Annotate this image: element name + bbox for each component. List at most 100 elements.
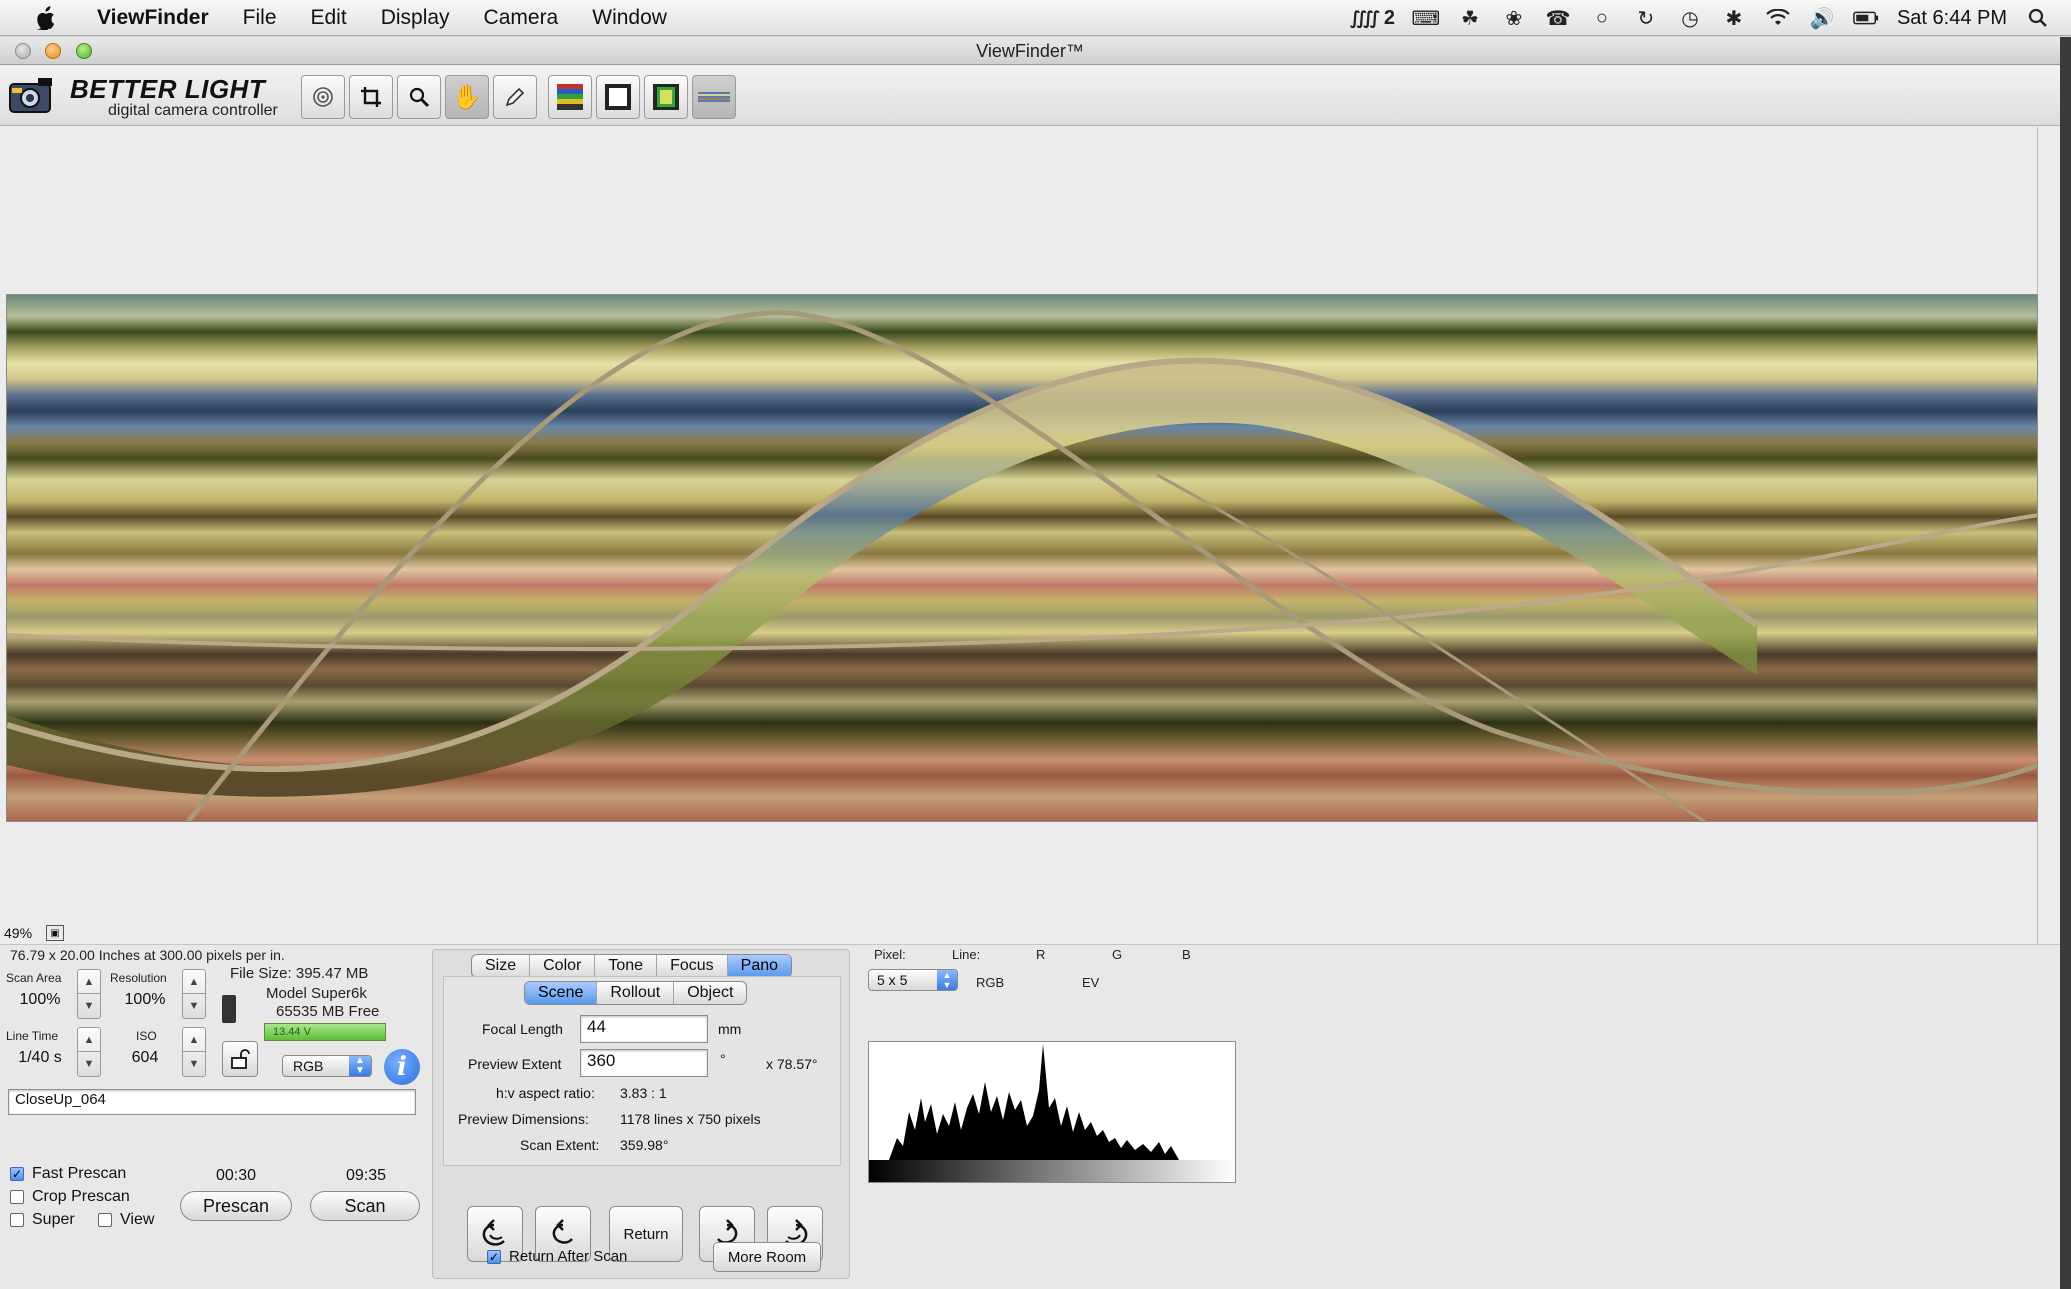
line-time-down[interactable]: ▼ [78, 1052, 100, 1076]
scan-button[interactable]: Scan [310, 1191, 420, 1221]
pano-strip-button[interactable] [692, 75, 736, 119]
spotlight-search-icon[interactable] [2025, 5, 2051, 31]
preview-extent-unit: ° [720, 1051, 726, 1067]
preview-canvas[interactable] [4, 127, 2038, 962]
line-time-stepper[interactable]: ▲ ▼ [77, 1027, 101, 1077]
lock-button[interactable] [222, 1041, 258, 1077]
zoom-tool-button[interactable] [397, 75, 441, 119]
tab-tone[interactable]: Tone [595, 955, 658, 977]
tab-pano[interactable]: Pano [727, 955, 792, 977]
info-button[interactable]: i [384, 1049, 420, 1085]
iso-up[interactable]: ▲ [183, 1028, 205, 1052]
hand-tool-button[interactable]: ✋ [445, 75, 489, 119]
menu-edit[interactable]: Edit [294, 6, 364, 30]
line-time-label: Line Time [6, 1029, 59, 1043]
phone-icon[interactable]: ☎ [1545, 5, 1571, 31]
subtab-rollout[interactable]: Rollout [597, 982, 675, 1004]
iso-down[interactable]: ▼ [183, 1052, 205, 1076]
tab-color[interactable]: Color [530, 955, 596, 977]
scan-area-value[interactable]: 100% [6, 991, 74, 1009]
fit-toggle-icon[interactable]: ▣ [46, 925, 65, 941]
fast-prescan-checkbox[interactable]: ✓ [10, 1167, 24, 1181]
zoom-row: 49% ▣ [4, 922, 65, 944]
resolution-up[interactable]: ▲ [183, 970, 205, 994]
focal-length-field[interactable]: 44 [580, 1015, 708, 1043]
subtab-object[interactable]: Object [674, 982, 746, 1004]
line-label: Line: [952, 947, 981, 962]
crop-tool-button[interactable] [349, 75, 393, 119]
chat-bubble-icon[interactable]: ○ [1589, 5, 1615, 31]
crop-prescan-checkbox[interactable] [10, 1190, 24, 1204]
pano-strip-icon [698, 92, 730, 102]
bluetooth-icon[interactable]: ✱ [1721, 5, 1747, 31]
unlock-icon [231, 1049, 250, 1069]
apple-icon[interactable] [30, 4, 60, 32]
tab-focus[interactable]: Focus [657, 955, 728, 977]
keyboard-icon[interactable]: ⌨ [1412, 5, 1441, 31]
close-button[interactable] [15, 43, 31, 59]
preview-dimensions-value: 1178 lines x 750 pixels [620, 1111, 761, 1127]
sample-size-value: 5 x 5 [877, 972, 908, 988]
scan-area-down[interactable]: ▼ [78, 994, 100, 1018]
iso-stepper[interactable]: ▲ ▼ [182, 1027, 206, 1077]
resolution-stepper[interactable]: ▲ ▼ [182, 969, 206, 1019]
scan-area-stepper[interactable]: ▲ ▼ [77, 969, 101, 1019]
resolution-value[interactable]: 100% [110, 991, 180, 1009]
aspect-ratio-value: 3.83 : 1 [620, 1085, 667, 1101]
line-time-up[interactable]: ▲ [78, 1028, 100, 1052]
view-label: View [120, 1211, 155, 1228]
iso-value[interactable]: 604 [110, 1049, 180, 1067]
line-time-value[interactable]: 1/40 s [6, 1049, 74, 1067]
minimize-button[interactable] [45, 43, 61, 59]
super-label: Super [32, 1211, 75, 1228]
preview-extent-field[interactable]: 360 [580, 1049, 708, 1077]
color-mode-select[interactable]: RGB ▲ ▼ [282, 1055, 372, 1077]
more-room-button[interactable]: More Room [713, 1242, 821, 1272]
menu-extras: ⨌ 2 ⌨ ☘ ❀ ☎ ○ ↻ ◷ ✱ 🔊 Sat 6:44 PM [1350, 0, 2051, 36]
color-bars-button[interactable] [548, 75, 592, 119]
menu-file[interactable]: File [226, 6, 294, 30]
sync-icon[interactable]: ↻ [1633, 5, 1659, 31]
menu-window[interactable]: Window [575, 6, 684, 30]
target-tool-button[interactable] [301, 75, 345, 119]
magnifier-icon [409, 87, 430, 108]
paw-icon[interactable]: ❀ [1501, 5, 1527, 31]
zoom-button[interactable] [76, 43, 92, 59]
wifi-icon[interactable] [1765, 5, 1791, 31]
menu-display[interactable]: Display [364, 6, 467, 30]
menu-camera[interactable]: Camera [467, 6, 576, 30]
filename-field[interactable]: CloseUp_064 [8, 1089, 416, 1115]
target-icon [313, 87, 333, 107]
time-machine-icon[interactable]: ◷ [1677, 5, 1703, 31]
volume-icon[interactable]: 🔊 [1809, 5, 1835, 31]
menu-app-viewfinder[interactable]: ViewFinder [80, 6, 226, 30]
tab-size[interactable]: Size [472, 955, 531, 977]
file-size: File Size: 395.47 MB [230, 965, 369, 982]
scan-area-up[interactable]: ▲ [78, 970, 100, 994]
view-checkbox[interactable] [98, 1213, 112, 1227]
brand-name: BETTER LIGHT [70, 74, 266, 104]
resolution-down[interactable]: ▼ [183, 994, 205, 1018]
control-panel: 76.79 x 20.00 Inches at 300.00 pixels pe… [0, 944, 2060, 1289]
green-frame-button[interactable] [644, 75, 688, 119]
white-frame-button[interactable] [596, 75, 640, 119]
prescan-time: 00:30 [216, 1167, 257, 1184]
battery-icon[interactable] [1853, 5, 1879, 31]
clock[interactable]: Sat 6:44 PM [1897, 7, 2007, 30]
ev-label: EV [1082, 975, 1100, 990]
sample-size-select[interactable]: 5 x 5 ▲ ▼ [868, 969, 958, 991]
window-titlebar[interactable]: ViewFinder™ [0, 37, 2060, 65]
evernote-icon[interactable]: ☘ [1457, 5, 1483, 31]
super-checkbox[interactable] [10, 1213, 24, 1227]
iso-label: ISO [136, 1029, 157, 1043]
battery-voltage: 13.44 V [273, 1026, 311, 1038]
adobe-icon[interactable]: ⨌ 2 [1350, 5, 1395, 31]
histogram[interactable] [868, 1041, 1236, 1183]
menu-bar: ViewFinder File Edit Display Camera Wind… [0, 0, 2071, 36]
return-after-scan-checkbox[interactable]: ✓ [487, 1250, 501, 1264]
prescan-button[interactable]: Prescan [180, 1191, 292, 1221]
scan-extent-label: Scan Extent: [520, 1137, 600, 1153]
pencil-tool-button[interactable] [493, 75, 537, 119]
panorama-preview-image[interactable] [6, 294, 2038, 822]
subtab-scene[interactable]: Scene [525, 982, 598, 1004]
